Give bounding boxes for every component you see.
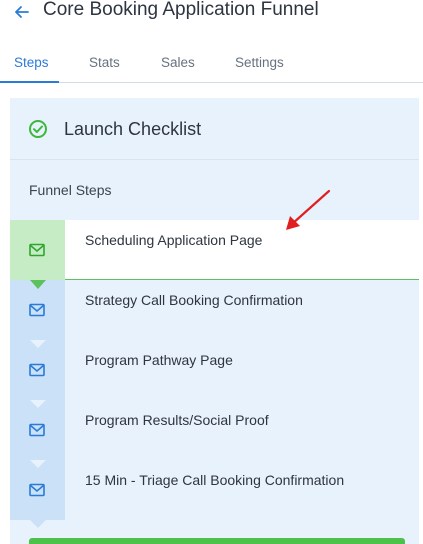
step-label: Scheduling Application Page	[85, 232, 263, 248]
mail-icon	[29, 243, 45, 257]
funnel-steps-label: Funnel Steps	[29, 182, 112, 198]
header: Core Booking Application Funnel	[0, 0, 423, 28]
step-connector-notch	[30, 340, 46, 348]
active-step-pointer	[30, 280, 46, 289]
check-circle-icon	[28, 119, 48, 139]
mail-icon	[29, 303, 45, 317]
step-label: 15 Min - Triage Call Booking Confirmatio…	[85, 472, 345, 488]
launch-checklist-header[interactable]: Launch Checklist	[10, 98, 419, 160]
back-arrow-icon[interactable]	[12, 2, 32, 22]
step-connector-notch	[30, 520, 46, 528]
funnel-step-triage-call-confirmation[interactable]: 15 Min - Triage Call Booking Confirmatio…	[10, 460, 419, 520]
step-label: Program Results/Social Proof	[85, 412, 269, 428]
tab-stats[interactable]: Stats	[89, 55, 120, 70]
funnel-panel: Launch Checklist Funnel Steps Scheduling…	[10, 98, 419, 544]
funnel-step-program-pathway[interactable]: Program Pathway Page	[10, 340, 419, 400]
tab-bar: Steps Stats Sales Settings	[0, 46, 423, 83]
step-label: Program Pathway Page	[85, 352, 233, 368]
step-connector-notch	[30, 460, 46, 468]
tab-steps[interactable]: Steps	[14, 55, 49, 70]
funnel-step-strategy-call-confirmation[interactable]: Strategy Call Booking Confirmation	[10, 280, 419, 340]
page-title: Core Booking Application Funnel	[43, 0, 319, 20]
step-connector-notch	[30, 400, 46, 408]
step-label: Strategy Call Booking Confirmation	[85, 292, 303, 308]
launch-checklist-title: Launch Checklist	[64, 119, 202, 139]
tab-settings[interactable]: Settings	[235, 55, 284, 70]
mail-icon	[29, 483, 45, 497]
mail-icon	[29, 423, 45, 437]
mail-icon	[29, 363, 45, 377]
annotation-arrow-icon	[286, 189, 331, 230]
add-step-button[interactable]	[29, 538, 405, 544]
funnel-step-program-results[interactable]: Program Results/Social Proof	[10, 400, 419, 460]
active-tab-indicator	[0, 81, 59, 83]
funnel-step-scheduling-application[interactable]: Scheduling Application Page	[10, 220, 419, 289]
tab-sales[interactable]: Sales	[161, 55, 195, 70]
